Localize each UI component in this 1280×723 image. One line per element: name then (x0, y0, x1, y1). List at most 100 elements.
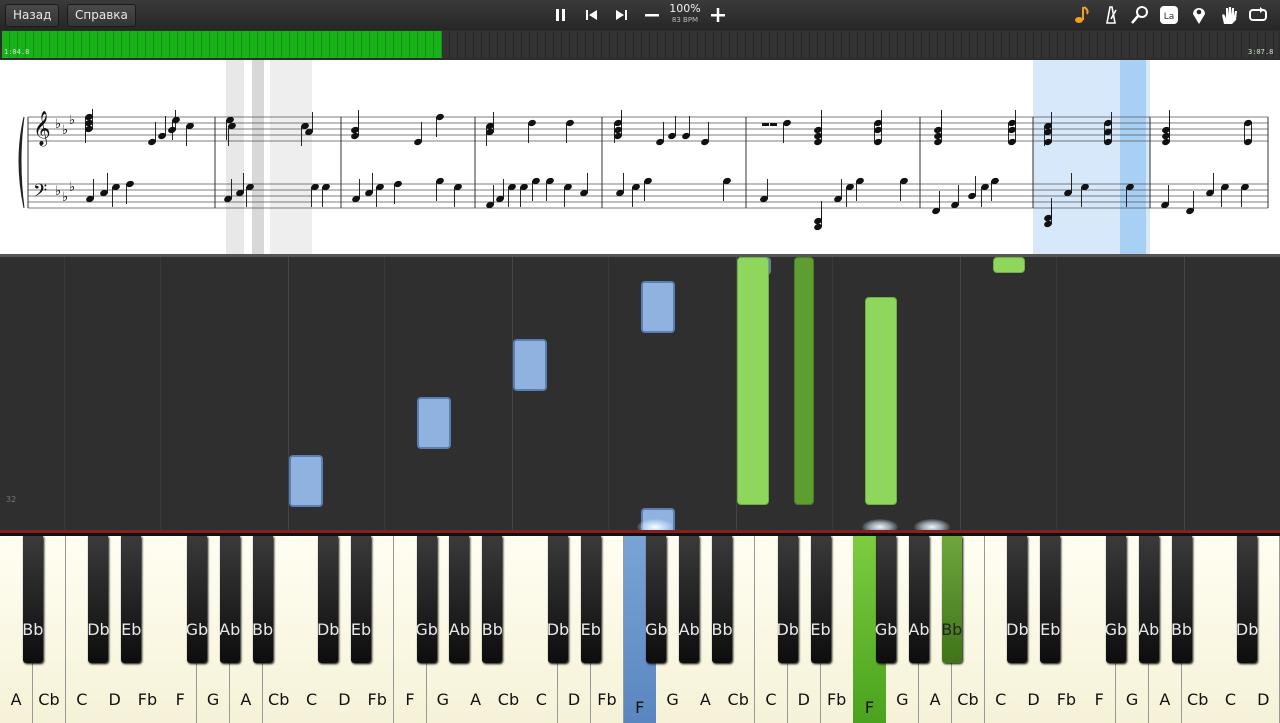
key-label: C (1224, 690, 1237, 709)
key-label: G (1125, 690, 1139, 709)
help-button[interactable]: Справка (67, 4, 136, 27)
black-key[interactable]: Bb (22, 536, 43, 663)
black-key[interactable]: Bb (941, 536, 962, 663)
flat-sign: ♭ (69, 113, 75, 128)
key-label: A (1159, 690, 1171, 709)
playhead-shadow (270, 60, 312, 254)
key-label: Db (1235, 620, 1259, 639)
black-key[interactable]: Ab (1138, 536, 1159, 663)
black-key[interactable]: Db (317, 536, 339, 663)
black-key[interactable]: Ab (219, 536, 240, 663)
black-key[interactable]: Db (1236, 536, 1258, 663)
key-label: Bb (251, 620, 274, 639)
grid-line (1184, 257, 1185, 533)
piano-keyboard[interactable]: A Cb C D Fb F G A Cb C D Fb F G A Cb C D Fb F G A Cb C D Fb F G A Cb C… (0, 530, 1280, 723)
key-label: F (405, 690, 415, 709)
key-label: Gb (1104, 620, 1128, 639)
zoom-icon[interactable] (1129, 4, 1151, 26)
key-label: F (635, 698, 645, 717)
treble-clef: 𝄞 (33, 111, 51, 147)
key-label: Db (546, 620, 570, 639)
marker-pin-icon[interactable] (1188, 4, 1210, 26)
grid-line (832, 257, 833, 533)
tempo-readout: 83 BPM (671, 16, 699, 24)
key-label: D (567, 690, 581, 709)
key-label: Db (1006, 620, 1029, 639)
black-key[interactable]: Db (87, 536, 110, 663)
black-key[interactable]: Db (547, 536, 569, 663)
black-key[interactable]: Gb (875, 536, 897, 663)
black-key[interactable]: Eb (581, 536, 601, 663)
black-key[interactable]: Ab (449, 536, 470, 663)
rewind-button[interactable] (581, 4, 603, 26)
back-button[interactable]: Назад (5, 4, 60, 27)
falling-note-left-hand (289, 455, 323, 507)
black-key[interactable]: Bb (711, 536, 733, 663)
black-key[interactable]: Gb (415, 536, 438, 663)
key-label: A (10, 690, 22, 709)
key-label: Eb (121, 620, 142, 639)
hand-icon[interactable] (1218, 4, 1240, 26)
forward-button[interactable] (610, 4, 632, 26)
top-toolbar: Назад Справка 100% 83 BPM La (0, 0, 1280, 31)
black-key[interactable]: Db (1006, 536, 1029, 663)
key-label: C (535, 690, 547, 709)
key-label: D (797, 690, 810, 709)
black-key[interactable]: Ab (908, 536, 930, 663)
note-icon[interactable] (1071, 4, 1093, 26)
note-labels-icon[interactable]: La (1158, 4, 1180, 26)
key-label: C (76, 690, 88, 709)
speed-increase-button[interactable] (707, 4, 729, 26)
pause-button[interactable] (550, 4, 572, 26)
flat-sign: ♭ (62, 190, 68, 205)
grid-line (512, 257, 513, 533)
key-label: Gb (874, 620, 898, 639)
black-key[interactable]: Bb (252, 536, 273, 663)
key-label: Bb (941, 620, 963, 639)
black-key[interactable]: Db (776, 536, 799, 663)
loop-icon[interactable] (1247, 4, 1269, 26)
total-time: 3:07.8 (1248, 48, 1274, 56)
black-key[interactable]: Gb (645, 536, 668, 663)
black-key[interactable]: Eb (121, 536, 141, 663)
svg-text:La: La (1164, 12, 1175, 22)
key-label: Cb (268, 690, 290, 709)
skip-forward-icon (616, 10, 627, 20)
progress-bar[interactable] (0, 30, 1280, 60)
key-label: Ab (678, 620, 700, 639)
falling-note-left-hand (641, 281, 675, 333)
speed-decrease-button[interactable] (641, 4, 663, 26)
sheet-music[interactable]: 𝄞 𝄢 ♭ ♭ ♭ ♭ ♭ ♭ (0, 60, 1280, 254)
black-key[interactable]: Eb (1040, 536, 1060, 663)
key-label: Bb (22, 620, 44, 639)
grid-line (384, 257, 385, 533)
rest (770, 123, 777, 126)
key-label: Cb (1187, 690, 1209, 709)
black-key[interactable]: Gb (1105, 536, 1127, 663)
key-label: Fb (367, 690, 387, 709)
key-label: Bb (1170, 620, 1193, 639)
metronome-icon[interactable] (1100, 4, 1122, 26)
playhead (1120, 60, 1146, 254)
key-label: Bb (481, 620, 503, 639)
key-label: F (175, 690, 185, 709)
flat-sign: ♭ (55, 184, 61, 199)
minus-icon (645, 14, 659, 17)
falling-notes-area: 32 (0, 254, 1280, 533)
key-label: Fb (137, 690, 158, 709)
progress-fill (2, 31, 443, 58)
black-key[interactable]: Gb (186, 536, 208, 663)
falling-note-right-hand (993, 257, 1025, 273)
black-key[interactable]: Bb (482, 536, 503, 663)
bass-clef: 𝄢 (33, 181, 47, 206)
flat-sign: ♭ (62, 123, 68, 138)
black-key[interactable]: Bb (1171, 536, 1192, 663)
key-label: D (108, 690, 121, 709)
key-label: Eb (580, 620, 601, 639)
key-label: Cb (38, 690, 60, 709)
key-label: Eb (810, 620, 831, 639)
black-key[interactable]: Ab (679, 536, 700, 663)
black-key[interactable]: Eb (351, 536, 371, 663)
black-key[interactable]: Eb (810, 536, 831, 663)
key-label: A (929, 690, 941, 709)
